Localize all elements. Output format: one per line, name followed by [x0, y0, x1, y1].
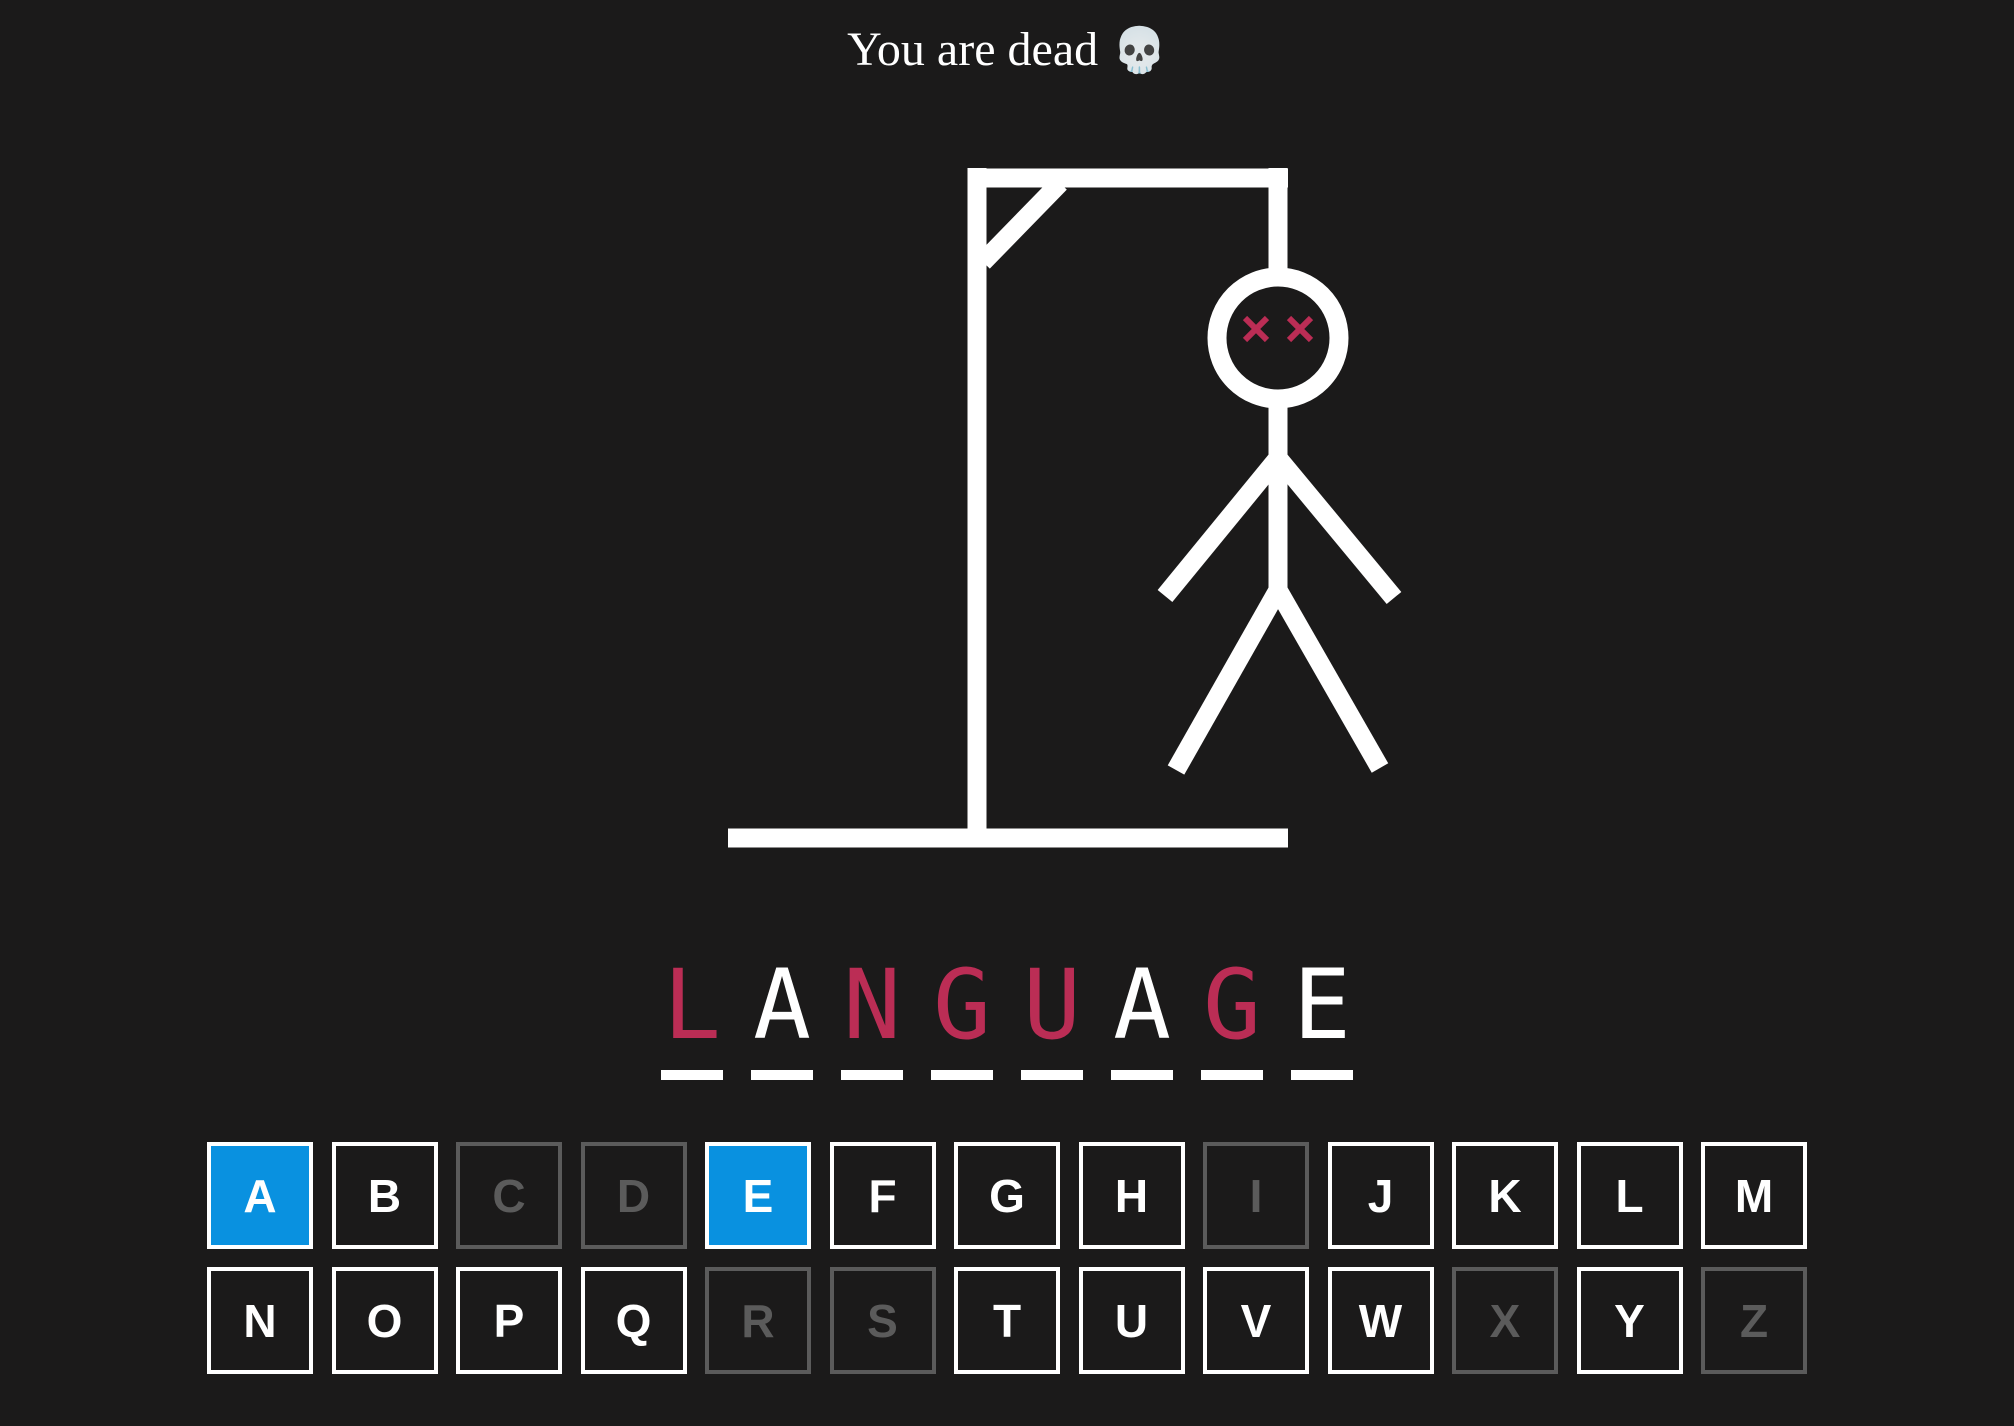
word-letter-slot: A: [750, 950, 814, 1080]
word-letter-slot: E: [1290, 950, 1354, 1080]
word-letter-slot: A: [1110, 950, 1174, 1080]
key-x: X: [1452, 1267, 1558, 1374]
key-t[interactable]: T: [954, 1267, 1060, 1374]
left-eye-x-icon: [1242, 315, 1270, 343]
key-v[interactable]: V: [1203, 1267, 1309, 1374]
key-l[interactable]: L: [1576, 1142, 1683, 1249]
word-letter: E: [1293, 949, 1351, 1061]
hangman-right-arm: [1270, 451, 1402, 605]
game-status: You are dead 💀: [0, 18, 2014, 83]
gallows-brace: [976, 176, 1067, 269]
letter-underline: [1291, 1070, 1353, 1080]
key-g[interactable]: G: [954, 1142, 1060, 1249]
key-c: C: [456, 1142, 562, 1249]
key-s: S: [829, 1267, 936, 1374]
key-w[interactable]: W: [1327, 1267, 1434, 1374]
word-letter: A: [753, 949, 811, 1061]
secret-word: LANGUAGE: [0, 950, 2014, 1080]
key-y[interactable]: Y: [1576, 1267, 1683, 1374]
key-f[interactable]: F: [829, 1142, 936, 1249]
word-letter: N: [843, 949, 901, 1061]
key-n[interactable]: N: [207, 1267, 313, 1374]
hangman-left-arm: [1157, 451, 1286, 603]
word-letter-slot: G: [1200, 950, 1264, 1080]
skull-icon: 💀: [1112, 25, 1167, 76]
key-d: D: [580, 1142, 687, 1249]
key-m[interactable]: M: [1701, 1142, 1807, 1249]
word-letter: U: [1023, 949, 1081, 1061]
letter-underline: [1111, 1070, 1173, 1080]
key-i: I: [1203, 1142, 1309, 1249]
word-letter: G: [933, 949, 991, 1061]
key-u[interactable]: U: [1078, 1267, 1185, 1374]
word-letter-slot: N: [840, 950, 904, 1080]
key-p[interactable]: P: [456, 1267, 562, 1374]
key-q[interactable]: Q: [580, 1267, 687, 1374]
letter-keyboard: ABCDEFGHIJKLM NOPQRSTUVWXYZ: [207, 1142, 1810, 1374]
key-k[interactable]: K: [1452, 1142, 1558, 1249]
key-b[interactable]: B: [331, 1142, 438, 1249]
hangman-left-leg: [1167, 585, 1287, 775]
word-letter-slot: G: [930, 950, 994, 1080]
letter-underline: [841, 1070, 903, 1080]
letter-underline: [751, 1070, 813, 1080]
word-letter: G: [1203, 949, 1261, 1061]
right-eye-x-icon: [1286, 315, 1314, 343]
word-letter-slot: U: [1020, 950, 1084, 1080]
key-r: R: [705, 1267, 811, 1374]
letter-underline: [1021, 1070, 1083, 1080]
key-a: A: [207, 1142, 313, 1249]
key-h[interactable]: H: [1078, 1142, 1185, 1249]
letter-underline: [1201, 1070, 1263, 1080]
key-o[interactable]: O: [331, 1267, 438, 1374]
word-letter: A: [1113, 949, 1171, 1061]
status-message: You are dead: [847, 23, 1099, 76]
letter-underline: [661, 1070, 723, 1080]
word-letter-slot: L: [660, 950, 724, 1080]
letter-underline: [931, 1070, 993, 1080]
hangman-head: [1207, 267, 1349, 409]
key-z: Z: [1701, 1267, 1807, 1374]
word-letter: L: [663, 949, 721, 1061]
key-e: E: [705, 1142, 811, 1249]
hangman-right-leg: [1269, 585, 1389, 773]
key-j[interactable]: J: [1327, 1142, 1434, 1249]
